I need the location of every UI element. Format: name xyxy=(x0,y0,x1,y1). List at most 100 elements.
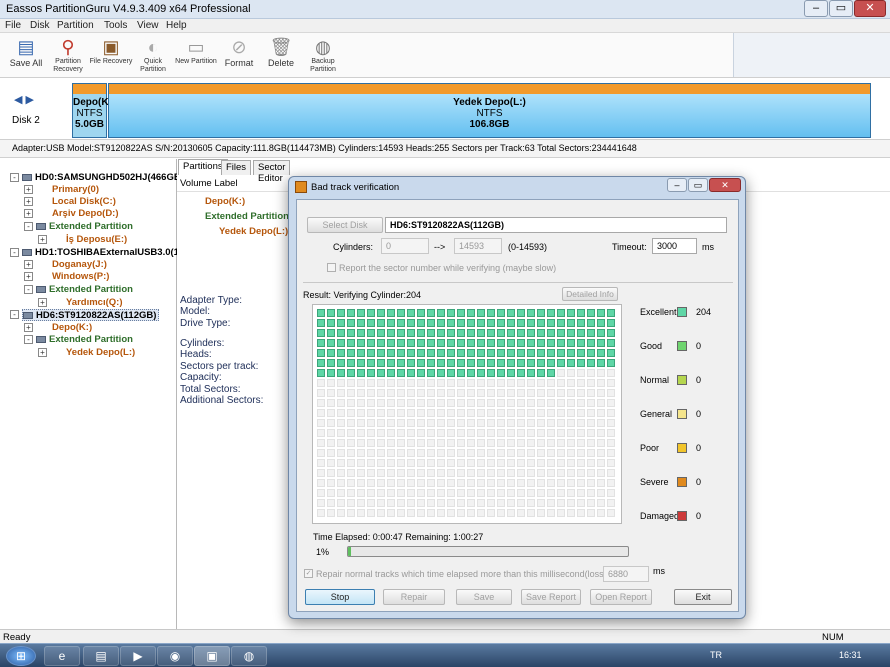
explorer-taskbar-icon[interactable]: ▤ xyxy=(83,646,119,666)
dialog-close-button[interactable]: ✕ xyxy=(709,178,741,192)
tab-sector-editor[interactable]: Sector Editor xyxy=(253,160,291,184)
save-report-button[interactable]: Save Report xyxy=(521,589,581,605)
minimize-button[interactable]: – xyxy=(804,0,828,17)
cylinder-cell xyxy=(607,329,615,337)
expand-toggle[interactable]: + xyxy=(38,235,47,244)
tab-files[interactable]: Files xyxy=(221,160,252,175)
detailed-info-button[interactable]: Detailed Info xyxy=(562,287,618,301)
timeout-input[interactable]: 3000 xyxy=(652,238,697,254)
menu-tools[interactable]: Tools xyxy=(104,20,127,31)
tree-node-partition[interactable]: Yedek Depo(L:) xyxy=(66,347,135,359)
select-disk-button[interactable]: Select Disk xyxy=(307,217,383,233)
expand-toggle[interactable]: + xyxy=(38,298,47,307)
menu-disk[interactable]: Disk xyxy=(30,20,49,31)
disk-nav-arrows[interactable]: ◀ ▶ xyxy=(14,93,34,106)
cylinder-from-input[interactable]: 0 xyxy=(381,238,429,254)
cylinder-cell xyxy=(527,429,535,437)
tree-node-partition[interactable]: Local Disk(C:) xyxy=(52,196,116,208)
partition-recovery-button[interactable]: ⚲ Partition Recovery xyxy=(46,36,90,74)
quick-partition-button[interactable]: ◐ Quick Partition xyxy=(131,36,175,74)
new-partition-button[interactable]: ▭ New Partition xyxy=(174,36,218,66)
start-button[interactable]: ⊞ xyxy=(6,646,36,666)
ie-taskbar-icon[interactable]: e xyxy=(44,646,80,666)
cylinder-to-input[interactable]: 14593 xyxy=(454,238,502,254)
dialog-minimize-button[interactable]: – xyxy=(667,178,687,192)
partition-block-yedek-depo[interactable]: Yedek Depo(L:) NTFS 106.8GB xyxy=(108,83,871,138)
cylinder-cell xyxy=(397,329,405,337)
media-player-taskbar-icon[interactable]: ▶ xyxy=(120,646,156,666)
close-button[interactable]: ✕ xyxy=(854,0,886,17)
tree-node-disk[interactable]: HD0:SAMSUNGHD502HJ(466GB xyxy=(22,172,181,184)
collapse-toggle[interactable]: - xyxy=(10,310,19,319)
maximize-button[interactable]: ▭ xyxy=(829,0,853,17)
tree-node-extended[interactable]: Extended Partition xyxy=(36,221,133,233)
dialog-maximize-button[interactable]: ▭ xyxy=(688,178,708,192)
cylinder-cell xyxy=(387,389,395,397)
expand-toggle[interactable]: + xyxy=(24,272,33,281)
report-sector-checkbox[interactable] xyxy=(327,263,336,272)
tree-node-disk-selected[interactable]: HD6:ST9120822AS(112GB) xyxy=(22,309,160,321)
tree-node-partition[interactable]: Yardımcı(Q:) xyxy=(66,297,123,309)
delete-button[interactable]: 🗑 Delete xyxy=(259,36,303,68)
backup-partition-button[interactable]: ◍ Backup Partition xyxy=(301,36,345,74)
tree-node-extended[interactable]: Extended Partition xyxy=(36,334,133,346)
partition-icon xyxy=(36,335,46,343)
save-all-button[interactable]: ▤ Save All xyxy=(4,36,48,68)
cylinder-cell xyxy=(527,369,535,377)
tree-node-partition[interactable]: Primary(0) xyxy=(52,184,99,196)
cylinder-cell xyxy=(377,429,385,437)
tree-node-partition[interactable]: İş Deposu(E:) xyxy=(66,234,127,246)
tree-node-disk[interactable]: HD1:TOSHIBAExternalUSB3.0(1 xyxy=(22,247,179,259)
tree-node-partition[interactable]: Doganay(J:) xyxy=(52,259,107,271)
expand-toggle[interactable]: + xyxy=(24,209,33,218)
expand-toggle[interactable]: + xyxy=(24,260,33,269)
collapse-toggle[interactable]: - xyxy=(24,222,33,231)
cylinder-cell xyxy=(567,499,575,507)
cylinder-cell xyxy=(417,389,425,397)
expand-toggle[interactable]: + xyxy=(24,197,33,206)
app-taskbar-icon[interactable]: ◍ xyxy=(231,646,267,666)
cylinder-cell xyxy=(567,339,575,347)
language-indicator[interactable]: TR xyxy=(710,650,722,660)
tree-node-partition[interactable]: Depo(K:) xyxy=(52,322,92,334)
file-recovery-button[interactable]: ▣ File Recovery xyxy=(89,36,133,66)
clock[interactable]: 16:31 xyxy=(839,650,862,660)
partition-block-depo[interactable]: Depo(K: NTFS 5.0GB xyxy=(72,83,112,138)
cylinder-cell xyxy=(347,319,355,327)
tree-node-partition[interactable]: Windows(P:) xyxy=(52,271,109,283)
expand-toggle[interactable]: + xyxy=(24,323,33,332)
expand-toggle[interactable]: + xyxy=(24,185,33,194)
collapse-toggle[interactable]: - xyxy=(24,335,33,344)
menu-file[interactable]: File xyxy=(5,20,21,31)
volume-row[interactable]: Yedek Depo(L:) xyxy=(219,226,288,238)
menu-help[interactable]: Help xyxy=(166,20,187,31)
menu-view[interactable]: View xyxy=(137,20,159,31)
cylinder-cell xyxy=(497,379,505,387)
cylinder-cell xyxy=(527,359,535,367)
stop-button[interactable]: Stop xyxy=(305,589,375,605)
tree-node-extended[interactable]: Extended Partition xyxy=(36,284,133,296)
cylinder-cell xyxy=(587,379,595,387)
repair-threshold-input[interactable]: 6880 xyxy=(603,566,649,582)
menu-partition[interactable]: Partition xyxy=(57,20,94,31)
repair-tracks-checkbox[interactable]: ✓ xyxy=(304,569,313,578)
collapse-toggle[interactable]: - xyxy=(24,285,33,294)
collapse-toggle[interactable]: - xyxy=(10,248,19,257)
exit-button[interactable]: Exit xyxy=(674,589,732,605)
cylinder-cell xyxy=(487,509,495,517)
volume-row[interactable]: Depo(K:) xyxy=(205,196,245,208)
chrome-taskbar-icon[interactable]: ◉ xyxy=(157,646,193,666)
format-button[interactable]: ⊘ Format xyxy=(217,36,261,68)
volume-row[interactable]: Extended Partition xyxy=(205,211,289,223)
cylinder-cell xyxy=(577,319,585,327)
partitionguru-taskbar-icon[interactable]: ▣ xyxy=(194,646,230,666)
tree-node-partition[interactable]: Arşiv Depo(D:) xyxy=(52,208,119,220)
cylinder-cell xyxy=(457,459,465,467)
open-report-button[interactable]: Open Report xyxy=(590,589,652,605)
repair-button[interactable]: Repair xyxy=(383,589,445,605)
expand-toggle[interactable]: + xyxy=(38,348,47,357)
collapse-toggle[interactable]: - xyxy=(10,173,19,182)
cylinder-cell xyxy=(377,509,385,517)
cylinder-cell xyxy=(367,359,375,367)
save-button[interactable]: Save xyxy=(456,589,512,605)
